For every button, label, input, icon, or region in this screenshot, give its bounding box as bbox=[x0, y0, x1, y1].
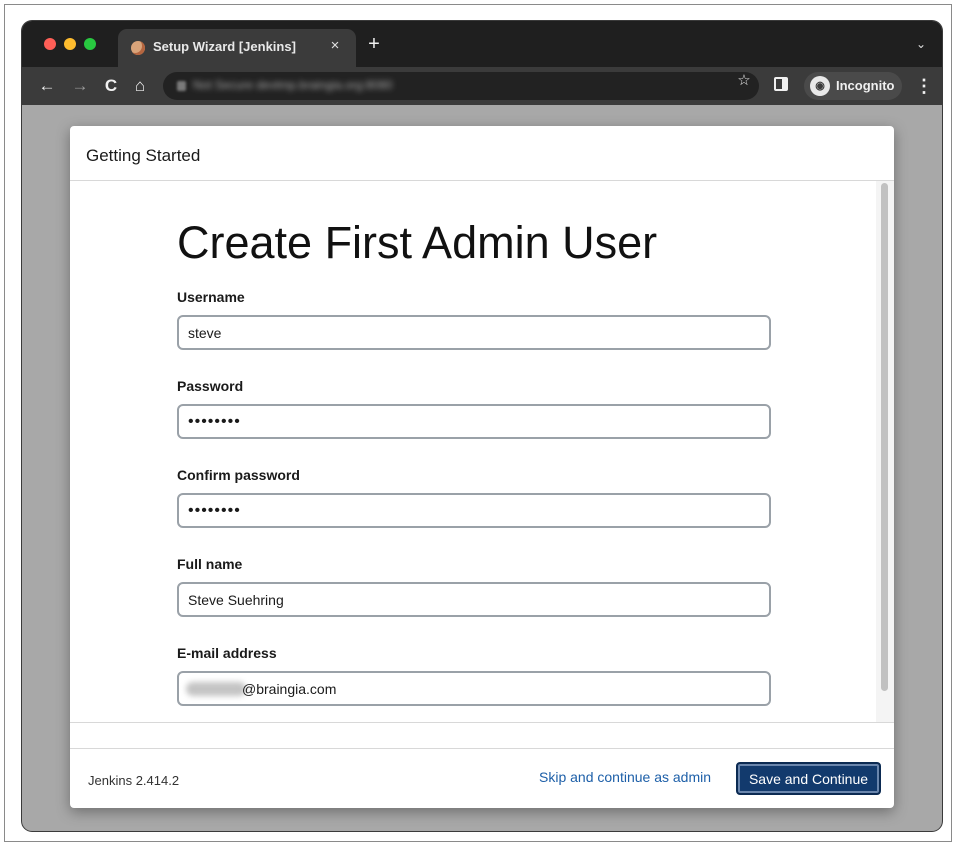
version-label: Jenkins 2.414.2 bbox=[88, 773, 180, 788]
dialog-footer: Jenkins 2.414.2 Skip and continue as adm… bbox=[70, 748, 894, 809]
full-name-input[interactable] bbox=[177, 582, 771, 617]
address-bar[interactable]: Not Secure devtmp.braingia.org:8080 bbox=[163, 72, 759, 100]
dialog-header: Getting Started bbox=[70, 126, 894, 181]
password-input[interactable] bbox=[177, 404, 771, 439]
admin-user-form: Create First Admin User Username Passwor… bbox=[70, 181, 876, 722]
reload-button[interactable]: C bbox=[100, 75, 122, 97]
incognito-label: Incognito bbox=[836, 78, 895, 93]
jenkins-favicon-icon bbox=[131, 41, 145, 55]
setup-wizard-dialog: Getting Started Create First Admin User … bbox=[70, 126, 894, 808]
dialog-title: Getting Started bbox=[86, 146, 201, 165]
tab-strip: Setup Wizard [Jenkins] × + ⌄ bbox=[22, 21, 942, 67]
username-label: Username bbox=[177, 289, 245, 305]
minimize-window-button[interactable] bbox=[64, 38, 76, 50]
browser-toolbar: ← → C ⌂ Not Secure devtmp.braingia.org:8… bbox=[22, 67, 942, 105]
incognito-icon: ◉ bbox=[810, 76, 830, 96]
close-icon[interactable]: × bbox=[326, 37, 344, 55]
security-warning-icon bbox=[177, 81, 186, 91]
incognito-badge[interactable]: ◉ Incognito bbox=[804, 72, 902, 100]
bookmark-star-icon[interactable]: ☆ bbox=[734, 71, 754, 91]
chevron-down-icon[interactable]: ⌄ bbox=[914, 37, 928, 51]
email-domain-text: @braingia.com bbox=[242, 681, 337, 697]
email-local-part-redacted bbox=[186, 682, 246, 696]
tab-setup-wizard[interactable]: Setup Wizard [Jenkins] × bbox=[118, 29, 356, 67]
forward-button[interactable]: → bbox=[69, 75, 91, 97]
new-tab-button[interactable]: + bbox=[362, 33, 386, 57]
divider bbox=[70, 722, 894, 723]
back-button[interactable]: ← bbox=[36, 75, 58, 97]
save-and-continue-button[interactable]: Save and Continue bbox=[736, 762, 881, 795]
home-button[interactable]: ⌂ bbox=[129, 75, 151, 97]
browser-window: Setup Wizard [Jenkins] × + ⌄ ← → C ⌂ Not… bbox=[22, 21, 942, 831]
scrollbar[interactable] bbox=[876, 181, 894, 722]
confirm-password-input[interactable] bbox=[177, 493, 771, 528]
side-panel-icon[interactable] bbox=[774, 77, 788, 91]
close-window-button[interactable] bbox=[44, 38, 56, 50]
url-text: Not Secure devtmp.braingia.org:8080 bbox=[193, 78, 393, 92]
password-label: Password bbox=[177, 378, 244, 394]
maximize-window-button[interactable] bbox=[84, 38, 96, 50]
username-input[interactable] bbox=[177, 315, 771, 350]
confirm-password-label: Confirm password bbox=[177, 467, 300, 483]
full-name-label: Full name bbox=[177, 556, 243, 572]
tab-title: Setup Wizard [Jenkins] bbox=[153, 39, 296, 54]
page-title: Create First Admin User bbox=[177, 217, 658, 268]
scrollbar-thumb[interactable] bbox=[881, 183, 888, 691]
email-label: E-mail address bbox=[177, 645, 277, 661]
browser-menu-icon[interactable]: ⋮ bbox=[915, 75, 933, 97]
skip-and-continue-link[interactable]: Skip and continue as admin bbox=[539, 769, 711, 785]
